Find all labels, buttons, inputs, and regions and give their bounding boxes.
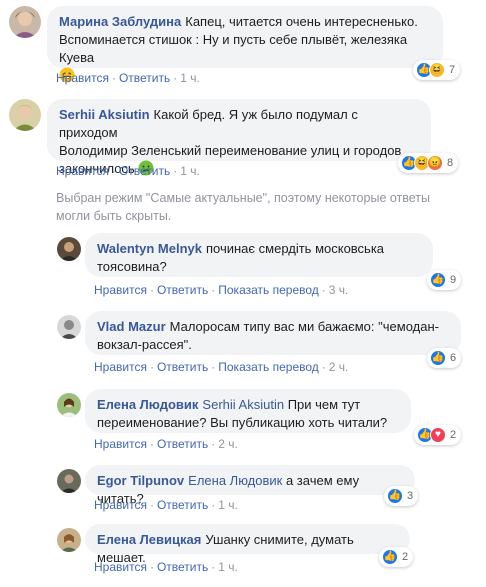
reactions-summary[interactable]: 👍 3 (384, 486, 419, 506)
comment-bubble: Елена Людовик Serhii Aksiutin При чем тут… (85, 389, 411, 433)
haha-reaction-icon: 😆 (429, 62, 445, 78)
love-reaction-icon: ♥ (430, 427, 446, 443)
comment-text: При чем тут (287, 397, 361, 412)
avatar[interactable] (57, 315, 81, 339)
comment-actions: Нравится · Ответить · 1 ч. (56, 164, 200, 178)
timestamp[interactable]: 1 ч. (180, 164, 200, 178)
like-link[interactable]: Нравится (56, 71, 109, 85)
comment-actions: Нравится · Ответить · 1 ч. (94, 498, 238, 512)
replies-filter-notice: Выбран режим "Самые актуальные", поэтому… (56, 189, 476, 225)
reply-link[interactable]: Ответить (157, 437, 208, 451)
comment-actions: Нравится · Ответить · Показать перевод · 2 ч. (94, 360, 349, 374)
reaction-count: 3 (407, 490, 414, 502)
reply-link[interactable]: Ответить (157, 283, 208, 297)
timestamp[interactable]: 1 ч. (218, 498, 238, 512)
like-reaction-icon: 👍 (382, 549, 398, 565)
comment-bubble: Марина Заблудина Капец, читается очень ин… (47, 6, 443, 83)
reply-link[interactable]: Ответить (157, 498, 208, 512)
reply-link[interactable]: Ответить (157, 360, 208, 374)
avatar[interactable] (57, 237, 81, 261)
mention-tag[interactable]: Елена Людовик (188, 473, 282, 488)
avatar[interactable] (9, 6, 41, 38)
timestamp[interactable]: 3 ч. (329, 283, 349, 297)
reply-link[interactable]: Ответить (119, 164, 170, 178)
reaction-count: 6 (450, 352, 457, 364)
like-link[interactable]: Нравится (94, 498, 147, 512)
comment-actions: Нравится · Ответить · 2 ч. (94, 437, 238, 451)
comment-actions: Нравится · Ответить · 1 ч. (56, 71, 200, 85)
comment-author[interactable]: Елена Левицкая (97, 532, 201, 547)
reactions-summary[interactable]: 👍 ♥ 2 (414, 425, 462, 445)
comment-actions: Нравится · Ответить · Показать перевод · 3 ч. (94, 283, 349, 297)
comment-text: Капец, читается очень интересненько. (185, 14, 418, 29)
comment-author[interactable]: Egor Tilpunov (97, 473, 184, 488)
avatar[interactable] (57, 469, 81, 493)
show-translation-link[interactable]: Показать перевод (218, 283, 319, 297)
reply-link[interactable]: Ответить (119, 71, 170, 85)
reactions-summary[interactable]: 👍 2 (379, 547, 414, 567)
timestamp[interactable]: 2 ч. (329, 360, 349, 374)
reaction-count: 8 (447, 157, 454, 169)
reactions-summary[interactable]: 👍 😆 😠 8 (398, 153, 459, 173)
comment-bubble: Vlad Mazur Малоросам типу вас ми бажаємо:… (85, 311, 461, 355)
comment-text: Малоросам типу вас ми бажаємо: "чемодан- (169, 319, 439, 334)
comment-bubble: Елена Левицкая Ушанку снимите, думать меш… (85, 524, 410, 565)
show-translation-link[interactable]: Показать перевод (218, 360, 319, 374)
comment-actions: Нравится · Ответить · 1 ч. (94, 560, 238, 574)
reaction-count: 9 (450, 274, 457, 286)
comment-text: Володимир Зеленський переименование улиц… (59, 143, 402, 158)
comment-author[interactable]: Марина Заблудина (59, 14, 181, 29)
angry-reaction-icon: 😠 (427, 155, 443, 171)
comment-author[interactable]: Елена Людовик (97, 397, 198, 412)
like-reaction-icon: 👍 (430, 272, 446, 288)
reactions-summary[interactable]: 👍 9 (427, 270, 462, 290)
timestamp[interactable]: 2 ч. (218, 437, 238, 451)
comment-text: Вспоминается стишок : Ну и пусть себе пл… (59, 32, 408, 65)
comment-author[interactable]: Walentyn Melnyk (97, 241, 202, 256)
timestamp[interactable]: 1 ч. (218, 560, 238, 574)
avatar[interactable] (9, 99, 41, 131)
avatar[interactable] (57, 393, 81, 417)
comment-author[interactable]: Vlad Mazur (97, 319, 166, 334)
like-link[interactable]: Нравится (94, 560, 147, 574)
comment-text: починає смердіть московська (205, 241, 385, 256)
mention-tag[interactable]: Serhii Aksiutin (202, 397, 284, 412)
comment-bubble: Egor Tilpunov Елена Людовик а зачем ему ч… (85, 465, 415, 506)
reactions-summary[interactable]: 👍 😆 7 (413, 60, 461, 80)
comment-text: тоясовина? (97, 259, 167, 274)
comment-author[interactable]: Serhii Aksiutin (59, 107, 150, 122)
comment-text: переименование? Вы публикацию хоть читал… (97, 415, 388, 430)
notice-text: Выбран режим "Самые актуальные", поэтому… (56, 191, 431, 205)
like-reaction-icon: 👍 (387, 488, 403, 504)
comment-bubble: Serhii Aksiutin Какой бред. Я уж было под… (47, 99, 431, 176)
timestamp[interactable]: 1 ч. (180, 71, 200, 85)
notice-text: могли быть скрыты. (56, 209, 172, 223)
comment-text: вокзал-рассея". (97, 337, 192, 352)
like-link[interactable]: Нравится (94, 360, 147, 374)
like-link[interactable]: Нравится (56, 164, 109, 178)
like-reaction-icon: 👍 (430, 350, 446, 366)
avatar[interactable] (57, 528, 81, 552)
reaction-count: 2 (402, 551, 409, 563)
reply-link[interactable]: Ответить (157, 560, 208, 574)
like-link[interactable]: Нравится (94, 437, 147, 451)
reaction-count: 7 (449, 64, 456, 76)
reaction-count: 2 (450, 429, 457, 441)
like-link[interactable]: Нравится (94, 283, 147, 297)
reactions-summary[interactable]: 👍 6 (427, 348, 462, 368)
comment-bubble: Walentyn Melnyk починає смердіть московсь… (85, 233, 433, 277)
